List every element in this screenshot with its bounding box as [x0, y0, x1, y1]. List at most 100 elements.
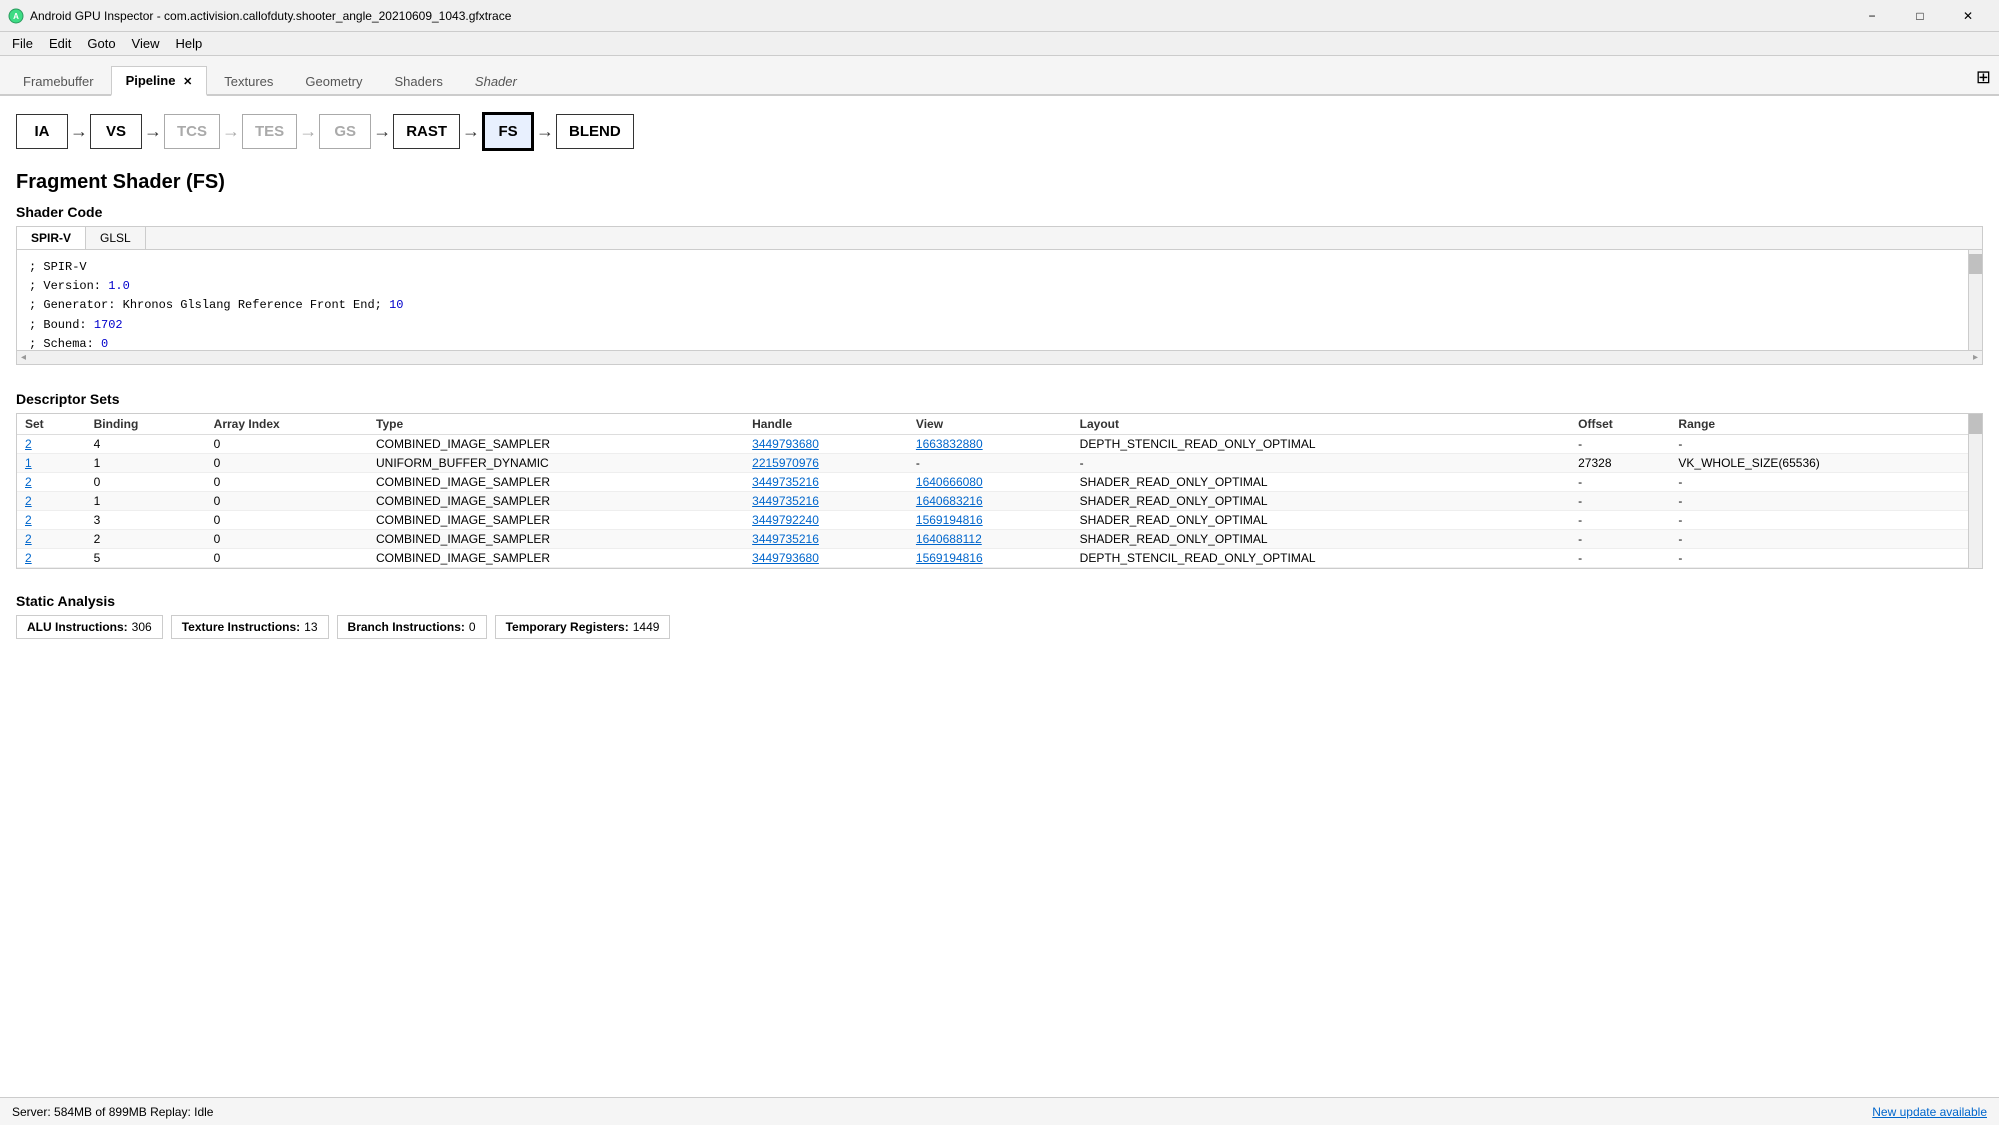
cell-handle: 3449735216 [744, 530, 908, 549]
pipeline-node-tes[interactable]: TES [242, 114, 297, 149]
pipeline-node-vs[interactable]: VS [90, 114, 142, 149]
set-link[interactable]: 2 [25, 437, 32, 451]
handle-link[interactable]: 3449735216 [752, 475, 819, 489]
table-row: 1 1 0 UNIFORM_BUFFER_DYNAMIC 2215970976 … [17, 454, 1982, 473]
cell-offset: - [1570, 549, 1670, 568]
view-link[interactable]: 1640666080 [916, 475, 983, 489]
ds-scrollbar-thumb[interactable] [1969, 414, 1983, 434]
view-link[interactable]: 1640688112 [916, 532, 982, 546]
cell-layout: SHADER_READ_ONLY_OPTIMAL [1072, 530, 1570, 549]
handle-link[interactable]: 3449792240 [752, 513, 819, 527]
col-set: Set [17, 414, 86, 435]
cell-binding: 4 [86, 435, 206, 454]
section-title: Fragment Shader (FS) [16, 171, 1983, 194]
maximize-icon[interactable]: ⊞ [1976, 67, 1991, 88]
set-link[interactable]: 2 [25, 494, 32, 508]
col-layout: Layout [1072, 414, 1570, 435]
cell-set: 2 [17, 549, 86, 568]
pipeline-node-ia[interactable]: IA [16, 114, 68, 149]
tab-bar-left: Framebuffer Pipeline ✕ Textures Geometry… [8, 64, 534, 94]
menu-goto[interactable]: Goto [79, 34, 123, 53]
view-link[interactable]: 1569194816 [916, 513, 983, 527]
stat-alu: ALU Instructions: 306 [16, 615, 163, 639]
update-link[interactable]: New update available [1872, 1105, 1987, 1119]
title-left: A Android GPU Inspector - com.activision… [8, 8, 511, 24]
menu-view[interactable]: View [124, 34, 168, 53]
cell-binding: 1 [86, 492, 206, 511]
stat-temp-regs: Temporary Registers: 1449 [495, 615, 671, 639]
arrow-3: → [222, 121, 240, 142]
cell-type: COMBINED_IMAGE_SAMPLER [368, 435, 744, 454]
cell-handle: 2215970976 [744, 454, 908, 473]
menu-help[interactable]: Help [168, 34, 211, 53]
tab-framebuffer[interactable]: Framebuffer [8, 67, 109, 96]
code-line-1: ; SPIR-V [29, 258, 1970, 277]
stat-branch: Branch Instructions: 0 [337, 615, 487, 639]
code-horiz-scrollbar[interactable]: ◂ ▸ [17, 350, 1982, 364]
cell-layout: SHADER_READ_ONLY_OPTIMAL [1072, 473, 1570, 492]
cell-binding: 0 [86, 473, 206, 492]
arrow-2: → [144, 121, 162, 142]
pipeline-node-tcs[interactable]: TCS [164, 114, 220, 149]
stat-alu-label: ALU Instructions: [27, 620, 128, 634]
descriptor-sets-section: Descriptor Sets Set Binding Array Index … [16, 391, 1983, 569]
shader-code-label: Shader Code [16, 204, 1983, 220]
tab-textures[interactable]: Textures [209, 67, 288, 96]
shader-code-area: SPIR-V GLSL ; SPIR-V ; Version: 1.0 ; Ge… [16, 226, 1983, 365]
pipeline-node-fs[interactable]: FS [482, 112, 534, 151]
descriptor-sets-table: Set Binding Array Index Type Handle View… [17, 414, 1982, 568]
stat-alu-value: 306 [132, 620, 152, 634]
cell-offset: 27328 [1570, 454, 1670, 473]
code-scrollbar[interactable] [1968, 250, 1982, 350]
col-range: Range [1670, 414, 1982, 435]
cell-view: - [908, 454, 1072, 473]
stat-row: ALU Instructions: 306 Texture Instructio… [16, 615, 1983, 639]
table-row: 2 0 0 COMBINED_IMAGE_SAMPLER 3449735216 … [17, 473, 1982, 492]
handle-link[interactable]: 3449735216 [752, 494, 819, 508]
cell-view: 1663832880 [908, 435, 1072, 454]
cell-handle: 3449735216 [744, 473, 908, 492]
cell-binding: 2 [86, 530, 206, 549]
pipeline-node-gs[interactable]: GS [319, 114, 371, 149]
ds-scrollbar[interactable] [1968, 414, 1982, 568]
set-link[interactable]: 2 [25, 475, 32, 489]
set-link[interactable]: 2 [25, 551, 32, 565]
view-link[interactable]: 1640683216 [916, 494, 983, 508]
android-icon: A [8, 8, 24, 24]
table-row: 2 2 0 COMBINED_IMAGE_SAMPLER 3449735216 … [17, 530, 1982, 549]
descriptor-sets-title: Descriptor Sets [16, 391, 1983, 407]
minimize-button[interactable]: − [1849, 0, 1895, 32]
handle-link[interactable]: 3449793680 [752, 551, 819, 565]
menu-file[interactable]: File [4, 34, 41, 53]
handle-link[interactable]: 3449735216 [752, 532, 819, 546]
cell-range: - [1670, 492, 1982, 511]
view-link[interactable]: 1569194816 [916, 551, 983, 565]
cell-range: - [1670, 473, 1982, 492]
set-link[interactable]: 2 [25, 513, 32, 527]
menu-edit[interactable]: Edit [41, 34, 79, 53]
set-link[interactable]: 1 [25, 456, 32, 470]
tab-shader[interactable]: Shader [460, 67, 532, 96]
pipeline-node-blend[interactable]: BLEND [556, 114, 634, 149]
cell-view: 1640683216 [908, 492, 1072, 511]
view-link[interactable]: 1663832880 [916, 437, 983, 451]
handle-link[interactable]: 3449793680 [752, 437, 819, 451]
code-scrollbar-thumb[interactable] [1969, 254, 1982, 274]
pipeline-node-rast[interactable]: RAST [393, 114, 460, 149]
code-tab-spirv[interactable]: SPIR-V [17, 227, 86, 249]
maximize-button[interactable]: □ [1897, 0, 1943, 32]
set-link[interactable]: 2 [25, 532, 32, 546]
tab-shaders[interactable]: Shaders [380, 67, 458, 96]
tab-bar: Framebuffer Pipeline ✕ Textures Geometry… [0, 56, 1999, 96]
arrow-5: → [373, 121, 391, 142]
descriptor-sets-body: 2 4 0 COMBINED_IMAGE_SAMPLER 3449793680 … [17, 435, 1982, 568]
cell-offset: - [1570, 473, 1670, 492]
cell-offset: - [1570, 511, 1670, 530]
close-button[interactable]: ✕ [1945, 0, 1991, 32]
tab-geometry[interactable]: Geometry [290, 67, 377, 96]
tab-pipeline-close[interactable]: ✕ [183, 76, 192, 88]
code-tab-glsl[interactable]: GLSL [86, 227, 146, 249]
cell-offset: - [1570, 435, 1670, 454]
tab-pipeline[interactable]: Pipeline ✕ [111, 66, 208, 96]
handle-link[interactable]: 2215970976 [752, 456, 819, 470]
